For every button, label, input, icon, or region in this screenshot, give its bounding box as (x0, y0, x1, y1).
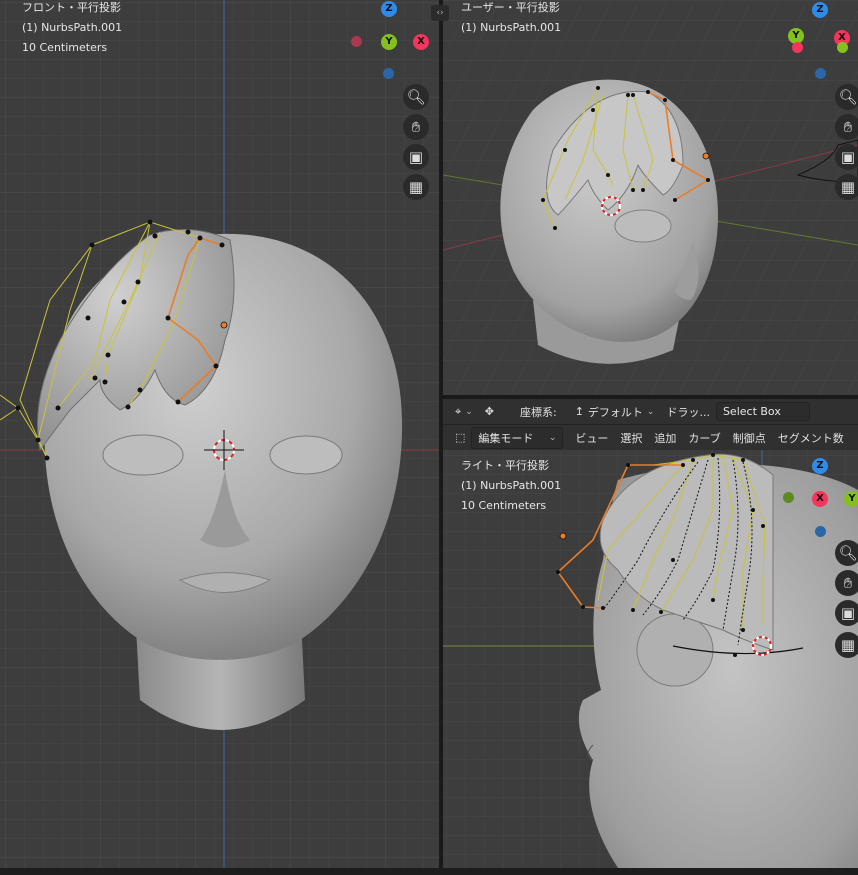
y-axis-handle[interactable]: Y (844, 491, 858, 507)
grid-scale: 10 Centimeters (461, 499, 547, 512)
hand-pan-icon[interactable]: ✋︎ (835, 570, 858, 596)
navigation-gizmo[interactable]: Z Y X (781, 0, 858, 80)
orientation-select[interactable]: ↥ デフォルト ⌄ (569, 402, 661, 422)
area-divider-horizontal[interactable] (443, 395, 858, 399)
user-viewport[interactable]: ユーザー・平行投影 (1) NurbsPath.001 Z Y X 🔍︎ ✋︎ … (443, 0, 858, 395)
neg-z-axis-handle[interactable] (815, 526, 826, 537)
menu-view[interactable]: ビュー (569, 428, 614, 448)
pivot-icon[interactable]: ⌖ ⌄ (449, 403, 479, 421)
menu-add[interactable]: 追加 (648, 428, 682, 448)
view-name: ユーザー・平行投影 (461, 1, 560, 14)
neg-y-axis-handle[interactable] (783, 492, 794, 503)
front-viewport-scene (0, 0, 439, 868)
mode-dropdown[interactable]: 編集モード ⌄ (471, 426, 564, 449)
menu-control-points[interactable]: 制御点 (727, 428, 772, 448)
neg-z-axis-handle[interactable] (383, 68, 394, 79)
navigation-gizmo[interactable]: Z Y X (350, 0, 430, 80)
neg-y-axis-handle[interactable] (837, 42, 848, 53)
object-name: (1) NurbsPath.001 (461, 21, 562, 34)
x-axis-handle[interactable]: X (812, 491, 828, 507)
x-axis-handle[interactable]: X (413, 34, 429, 50)
camera-icon[interactable]: ▣ (403, 144, 429, 170)
grid-scale: 10 Centimeters (22, 41, 108, 54)
grid-ortho-icon[interactable]: ▦ (835, 632, 858, 658)
y-axis-handle[interactable]: Y (381, 34, 397, 50)
navigation-gizmo[interactable]: Z X Y (781, 456, 858, 537)
right-viewport[interactable]: ライト・平行投影 (1) NurbsPath.001 10 Centimeter… (443, 450, 858, 868)
menu-curve[interactable]: カーブ (682, 428, 726, 448)
front-viewport-info: フロント・平行投影 (1) NurbsPath.001 10 Centimete… (22, 0, 122, 58)
menu-select[interactable]: 選択 (614, 428, 648, 448)
editor-header: ⬚ 編集モード ⌄ ビュー 選択 追加 カーブ 制御点 セグメント数 (443, 425, 858, 450)
editor-type-icon[interactable]: ⬚ (449, 429, 471, 446)
camera-icon[interactable]: ▣ (835, 144, 858, 170)
transform-icon[interactable]: ✥ (479, 403, 500, 420)
z-axis-handle[interactable]: Z (812, 2, 828, 18)
zoom-icon[interactable]: 🔍︎ (835, 84, 858, 110)
front-viewport[interactable]: フロント・平行投影 (1) NurbsPath.001 10 Centimete… (0, 0, 439, 868)
menu-segments[interactable]: セグメント数 (772, 428, 850, 448)
object-name: (1) NurbsPath.001 (461, 479, 562, 492)
hand-pan-icon[interactable]: ✋︎ (403, 114, 429, 140)
view-name: ライト・平行投影 (461, 459, 549, 472)
area-split-handle-icon[interactable]: ‹› (431, 5, 449, 21)
neg-x-axis-handle[interactable] (792, 42, 803, 53)
area-divider-vertical[interactable] (439, 0, 443, 875)
neg-x-axis-handle[interactable] (351, 36, 362, 47)
grid-ortho-icon[interactable]: ▦ (403, 174, 429, 200)
drag-label: ドラッ... (666, 405, 710, 419)
z-axis-handle[interactable]: Z (812, 458, 828, 474)
orientation-value: デフォルト (587, 405, 643, 419)
neg-z-axis-handle[interactable] (815, 68, 826, 79)
hand-pan-icon[interactable]: ✋︎ (835, 114, 858, 140)
orientation-label: 座標系: (519, 405, 557, 419)
select-box-dropdown[interactable]: Select Box (715, 402, 810, 421)
right-viewport-info: ライト・平行投影 (1) NurbsPath.001 10 Centimeter… (461, 456, 561, 516)
z-axis-handle[interactable]: Z (381, 1, 397, 17)
status-bar (0, 868, 858, 875)
zoom-icon[interactable]: 🔍︎ (403, 84, 429, 110)
object-name: (1) NurbsPath.001 (22, 21, 123, 34)
view-name: フロント・平行投影 (22, 1, 121, 14)
user-viewport-info: ユーザー・平行投影 (1) NurbsPath.001 (461, 0, 561, 38)
grid-ortho-icon[interactable]: ▦ (835, 174, 858, 200)
mode-label: 編集モード (478, 431, 534, 445)
zoom-icon[interactable]: 🔍︎ (835, 540, 858, 566)
camera-icon[interactable]: ▣ (835, 600, 858, 626)
select-box-label: Select Box (722, 405, 781, 418)
tool-settings-header: ⌖ ⌄ ✥ 座標系: ↥ デフォルト ⌄ ドラッ... Select Box (443, 399, 858, 424)
